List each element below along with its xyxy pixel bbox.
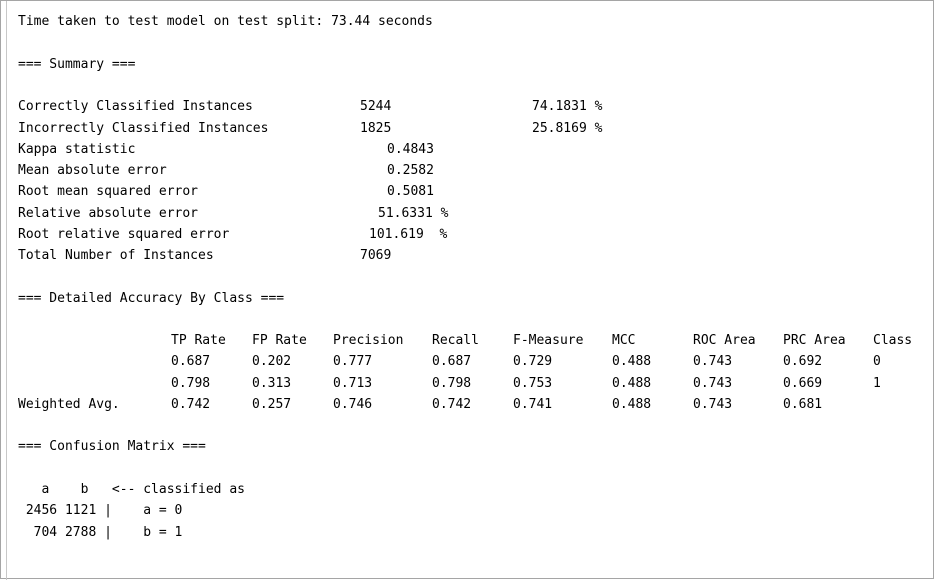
summary-percent: 25.8169 % bbox=[532, 121, 603, 136]
summary-label: Root relative squared error bbox=[18, 227, 230, 242]
accuracy-cell: 0.746 bbox=[333, 397, 373, 412]
accuracy-cell: 0.681 bbox=[783, 397, 823, 412]
column-header-roc-area: ROC Area bbox=[693, 333, 756, 348]
accuracy-cell: 0.202 bbox=[252, 354, 292, 369]
summary-header: === Summary === bbox=[18, 57, 136, 72]
weighted-avg-label: Weighted Avg. bbox=[18, 397, 120, 412]
summary-value: 1825 bbox=[360, 121, 392, 136]
accuracy-cell: 0.743 bbox=[693, 354, 733, 369]
summary-label: Relative absolute error bbox=[18, 206, 199, 221]
summary-value: 5244 bbox=[360, 99, 392, 114]
accuracy-cell: 0.669 bbox=[783, 376, 823, 391]
accuracy-cell: 0.777 bbox=[333, 354, 373, 369]
accuracy-cell: 0.741 bbox=[513, 397, 553, 412]
accuracy-cell: 1 bbox=[873, 376, 881, 391]
column-header-class: Class bbox=[873, 333, 913, 348]
accuracy-cell: 0.798 bbox=[432, 376, 472, 391]
column-header-precision: Precision bbox=[333, 333, 404, 348]
confusion-line: 704 2788 | b = 1 bbox=[18, 525, 183, 540]
accuracy-cell: 0.313 bbox=[252, 376, 292, 391]
column-header-mcc: MCC bbox=[612, 333, 636, 348]
accuracy-cell: 0 bbox=[873, 354, 881, 369]
summary-value: 101.619 % bbox=[369, 227, 448, 242]
accuracy-cell: 0.713 bbox=[333, 376, 373, 391]
column-header-tp-rate: TP Rate bbox=[171, 333, 226, 348]
accuracy-cell: 0.753 bbox=[513, 376, 553, 391]
confusion-header: === Confusion Matrix === bbox=[18, 439, 206, 454]
column-header-prc-area: PRC Area bbox=[783, 333, 846, 348]
accuracy-cell: 0.488 bbox=[612, 376, 652, 391]
column-header-recall: Recall bbox=[432, 333, 479, 348]
summary-percent: 74.1831 % bbox=[532, 99, 603, 114]
accuracy-cell: 0.742 bbox=[432, 397, 472, 412]
summary-value: 51.6331 % bbox=[378, 206, 449, 221]
summary-value: 7069 bbox=[360, 248, 392, 263]
accuracy-cell: 0.692 bbox=[783, 354, 823, 369]
summary-value: 0.5081 bbox=[387, 184, 434, 199]
accuracy-cell: 0.687 bbox=[171, 354, 211, 369]
summary-label: Kappa statistic bbox=[18, 142, 136, 157]
accuracy-cell: 0.729 bbox=[513, 354, 553, 369]
time-taken-line: Time taken to test model on test split: … bbox=[18, 14, 433, 29]
summary-label: Incorrectly Classified Instances bbox=[18, 121, 269, 136]
accuracy-cell: 0.687 bbox=[432, 354, 472, 369]
accuracy-cell: 0.798 bbox=[171, 376, 211, 391]
accuracy-header: === Detailed Accuracy By Class === bbox=[18, 291, 285, 306]
summary-label: Root mean squared error bbox=[18, 184, 199, 199]
confusion-line: a b <-- classified as bbox=[18, 482, 245, 497]
accuracy-cell: 0.257 bbox=[252, 397, 292, 412]
summary-value: 0.4843 bbox=[387, 142, 434, 157]
column-header-f-measure: F-Measure bbox=[513, 333, 584, 348]
classifier-output-panel[interactable]: Time taken to test model on test split: … bbox=[0, 0, 934, 580]
panel-left-border bbox=[6, 1, 7, 580]
accuracy-cell: 0.743 bbox=[693, 376, 733, 391]
accuracy-cell: 0.488 bbox=[612, 397, 652, 412]
summary-label: Correctly Classified Instances bbox=[18, 99, 253, 114]
summary-label: Mean absolute error bbox=[18, 163, 167, 178]
summary-label: Total Number of Instances bbox=[18, 248, 214, 263]
accuracy-cell: 0.488 bbox=[612, 354, 652, 369]
accuracy-cell: 0.743 bbox=[693, 397, 733, 412]
summary-value: 0.2582 bbox=[387, 163, 434, 178]
column-header-fp-rate: FP Rate bbox=[252, 333, 307, 348]
accuracy-cell: 0.742 bbox=[171, 397, 211, 412]
confusion-line: 2456 1121 | a = 0 bbox=[18, 503, 183, 518]
